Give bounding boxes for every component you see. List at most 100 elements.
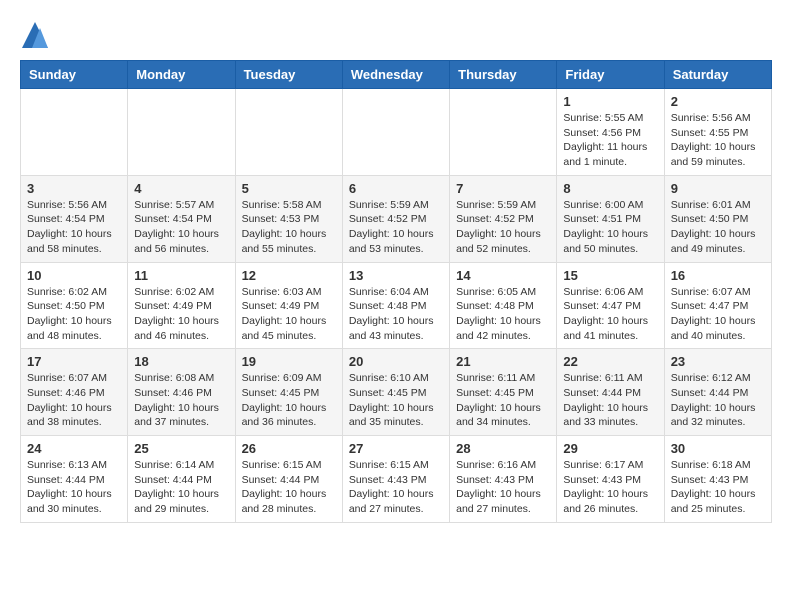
calendar-cell: 23 Sunrise: 6:12 AM Sunset: 4:44 PM Dayli… xyxy=(664,349,771,436)
calendar-cell: 24 Sunrise: 6:13 AM Sunset: 4:44 PM Dayli… xyxy=(21,436,128,523)
calendar-week-5: 24 Sunrise: 6:13 AM Sunset: 4:44 PM Dayli… xyxy=(21,436,772,523)
day-info: Sunrise: 6:15 AM Sunset: 4:43 PM Dayligh… xyxy=(349,458,443,517)
day-info: Sunrise: 5:56 AM Sunset: 4:55 PM Dayligh… xyxy=(671,111,765,170)
calendar-cell: 18 Sunrise: 6:08 AM Sunset: 4:46 PM Dayli… xyxy=(128,349,235,436)
day-info: Sunrise: 6:18 AM Sunset: 4:43 PM Dayligh… xyxy=(671,458,765,517)
day-number: 13 xyxy=(349,268,443,283)
day-info: Sunrise: 6:01 AM Sunset: 4:50 PM Dayligh… xyxy=(671,198,765,257)
day-info: Sunrise: 6:14 AM Sunset: 4:44 PM Dayligh… xyxy=(134,458,228,517)
calendar-cell: 20 Sunrise: 6:10 AM Sunset: 4:45 PM Dayli… xyxy=(342,349,449,436)
day-info: Sunrise: 6:04 AM Sunset: 4:48 PM Dayligh… xyxy=(349,285,443,344)
day-info: Sunrise: 6:08 AM Sunset: 4:46 PM Dayligh… xyxy=(134,371,228,430)
calendar-cell: 12 Sunrise: 6:03 AM Sunset: 4:49 PM Dayli… xyxy=(235,262,342,349)
day-info: Sunrise: 5:59 AM Sunset: 4:52 PM Dayligh… xyxy=(349,198,443,257)
calendar-cell: 22 Sunrise: 6:11 AM Sunset: 4:44 PM Dayli… xyxy=(557,349,664,436)
day-info: Sunrise: 6:11 AM Sunset: 4:44 PM Dayligh… xyxy=(563,371,657,430)
day-header-saturday: Saturday xyxy=(664,61,771,89)
day-info: Sunrise: 6:17 AM Sunset: 4:43 PM Dayligh… xyxy=(563,458,657,517)
day-number: 2 xyxy=(671,94,765,109)
calendar-cell: 8 Sunrise: 6:00 AM Sunset: 4:51 PM Daylig… xyxy=(557,175,664,262)
calendar-cell: 5 Sunrise: 5:58 AM Sunset: 4:53 PM Daylig… xyxy=(235,175,342,262)
day-info: Sunrise: 6:03 AM Sunset: 4:49 PM Dayligh… xyxy=(242,285,336,344)
calendar-cell: 15 Sunrise: 6:06 AM Sunset: 4:47 PM Dayli… xyxy=(557,262,664,349)
day-number: 21 xyxy=(456,354,550,369)
day-info: Sunrise: 6:16 AM Sunset: 4:43 PM Dayligh… xyxy=(456,458,550,517)
logo xyxy=(20,20,54,50)
calendar-cell: 17Sunrise: 6:07 AM Sunset: 4:46 PM Dayli… xyxy=(21,349,128,436)
calendar-week-4: 17Sunrise: 6:07 AM Sunset: 4:46 PM Dayli… xyxy=(21,349,772,436)
day-number: 8 xyxy=(563,181,657,196)
day-number: 29 xyxy=(563,441,657,456)
calendar-cell: 21 Sunrise: 6:11 AM Sunset: 4:45 PM Dayli… xyxy=(450,349,557,436)
day-number: 20 xyxy=(349,354,443,369)
day-info: Sunrise: 6:12 AM Sunset: 4:44 PM Dayligh… xyxy=(671,371,765,430)
day-header-sunday: Sunday xyxy=(21,61,128,89)
day-number: 6 xyxy=(349,181,443,196)
day-number: 9 xyxy=(671,181,765,196)
day-number: 23 xyxy=(671,354,765,369)
calendar-cell xyxy=(21,89,128,176)
day-number: 15 xyxy=(563,268,657,283)
calendar-cell xyxy=(235,89,342,176)
day-number: 11 xyxy=(134,268,228,283)
calendar-cell: 9 Sunrise: 6:01 AM Sunset: 4:50 PM Daylig… xyxy=(664,175,771,262)
day-info: Sunrise: 6:02 AM Sunset: 4:49 PM Dayligh… xyxy=(134,285,228,344)
calendar-cell: 29 Sunrise: 6:17 AM Sunset: 4:43 PM Dayli… xyxy=(557,436,664,523)
day-number: 4 xyxy=(134,181,228,196)
day-number: 14 xyxy=(456,268,550,283)
calendar-cell xyxy=(128,89,235,176)
day-info: Sunrise: 5:57 AM Sunset: 4:54 PM Dayligh… xyxy=(134,198,228,257)
day-number: 18 xyxy=(134,354,228,369)
day-header-monday: Monday xyxy=(128,61,235,89)
day-number: 7 xyxy=(456,181,550,196)
day-number: 16 xyxy=(671,268,765,283)
day-info: Sunrise: 6:02 AM Sunset: 4:50 PM Dayligh… xyxy=(27,285,121,344)
day-info: Sunrise: 6:13 AM Sunset: 4:44 PM Dayligh… xyxy=(27,458,121,517)
calendar-cell: 26 Sunrise: 6:15 AM Sunset: 4:44 PM Dayli… xyxy=(235,436,342,523)
calendar-cell: 25 Sunrise: 6:14 AM Sunset: 4:44 PM Dayli… xyxy=(128,436,235,523)
day-number: 25 xyxy=(134,441,228,456)
day-header-tuesday: Tuesday xyxy=(235,61,342,89)
calendar-cell: 28 Sunrise: 6:16 AM Sunset: 4:43 PM Dayli… xyxy=(450,436,557,523)
logo-icon xyxy=(20,20,50,50)
day-number: 17 xyxy=(27,354,121,369)
day-header-wednesday: Wednesday xyxy=(342,61,449,89)
day-info: Sunrise: 6:15 AM Sunset: 4:44 PM Dayligh… xyxy=(242,458,336,517)
day-info: Sunrise: 6:06 AM Sunset: 4:47 PM Dayligh… xyxy=(563,285,657,344)
calendar-cell: 1Sunrise: 5:55 AM Sunset: 4:56 PM Daylig… xyxy=(557,89,664,176)
page-header xyxy=(20,20,772,50)
day-number: 12 xyxy=(242,268,336,283)
day-number: 30 xyxy=(671,441,765,456)
calendar-cell: 6 Sunrise: 5:59 AM Sunset: 4:52 PM Daylig… xyxy=(342,175,449,262)
day-info: Sunrise: 5:59 AM Sunset: 4:52 PM Dayligh… xyxy=(456,198,550,257)
day-info: Sunrise: 6:07 AM Sunset: 4:47 PM Dayligh… xyxy=(671,285,765,344)
day-number: 26 xyxy=(242,441,336,456)
calendar-cell: 4 Sunrise: 5:57 AM Sunset: 4:54 PM Daylig… xyxy=(128,175,235,262)
day-info: Sunrise: 6:11 AM Sunset: 4:45 PM Dayligh… xyxy=(456,371,550,430)
calendar-cell: 7 Sunrise: 5:59 AM Sunset: 4:52 PM Daylig… xyxy=(450,175,557,262)
day-number: 24 xyxy=(27,441,121,456)
day-number: 3 xyxy=(27,181,121,196)
calendar-header-row: SundayMondayTuesdayWednesdayThursdayFrid… xyxy=(21,61,772,89)
day-info: Sunrise: 6:00 AM Sunset: 4:51 PM Dayligh… xyxy=(563,198,657,257)
calendar-cell: 10 Sunrise: 6:02 AM Sunset: 4:50 PM Dayli… xyxy=(21,262,128,349)
calendar: SundayMondayTuesdayWednesdayThursdayFrid… xyxy=(20,60,772,523)
calendar-cell: 14Sunrise: 6:05 AM Sunset: 4:48 PM Dayli… xyxy=(450,262,557,349)
calendar-cell: 30 Sunrise: 6:18 AM Sunset: 4:43 PM Dayli… xyxy=(664,436,771,523)
calendar-cell: 11 Sunrise: 6:02 AM Sunset: 4:49 PM Dayli… xyxy=(128,262,235,349)
calendar-cell xyxy=(342,89,449,176)
day-number: 19 xyxy=(242,354,336,369)
day-number: 22 xyxy=(563,354,657,369)
day-info: Sunrise: 5:58 AM Sunset: 4:53 PM Dayligh… xyxy=(242,198,336,257)
day-info: Sunrise: 5:55 AM Sunset: 4:56 PM Dayligh… xyxy=(563,111,657,170)
day-number: 10 xyxy=(27,268,121,283)
calendar-week-1: 1Sunrise: 5:55 AM Sunset: 4:56 PM Daylig… xyxy=(21,89,772,176)
day-info: Sunrise: 6:10 AM Sunset: 4:45 PM Dayligh… xyxy=(349,371,443,430)
day-number: 5 xyxy=(242,181,336,196)
day-header-friday: Friday xyxy=(557,61,664,89)
day-number: 28 xyxy=(456,441,550,456)
calendar-cell: 27Sunrise: 6:15 AM Sunset: 4:43 PM Dayli… xyxy=(342,436,449,523)
calendar-cell: 19 Sunrise: 6:09 AM Sunset: 4:45 PM Dayli… xyxy=(235,349,342,436)
day-info: Sunrise: 6:09 AM Sunset: 4:45 PM Dayligh… xyxy=(242,371,336,430)
calendar-week-2: 3Sunrise: 5:56 AM Sunset: 4:54 PM Daylig… xyxy=(21,175,772,262)
